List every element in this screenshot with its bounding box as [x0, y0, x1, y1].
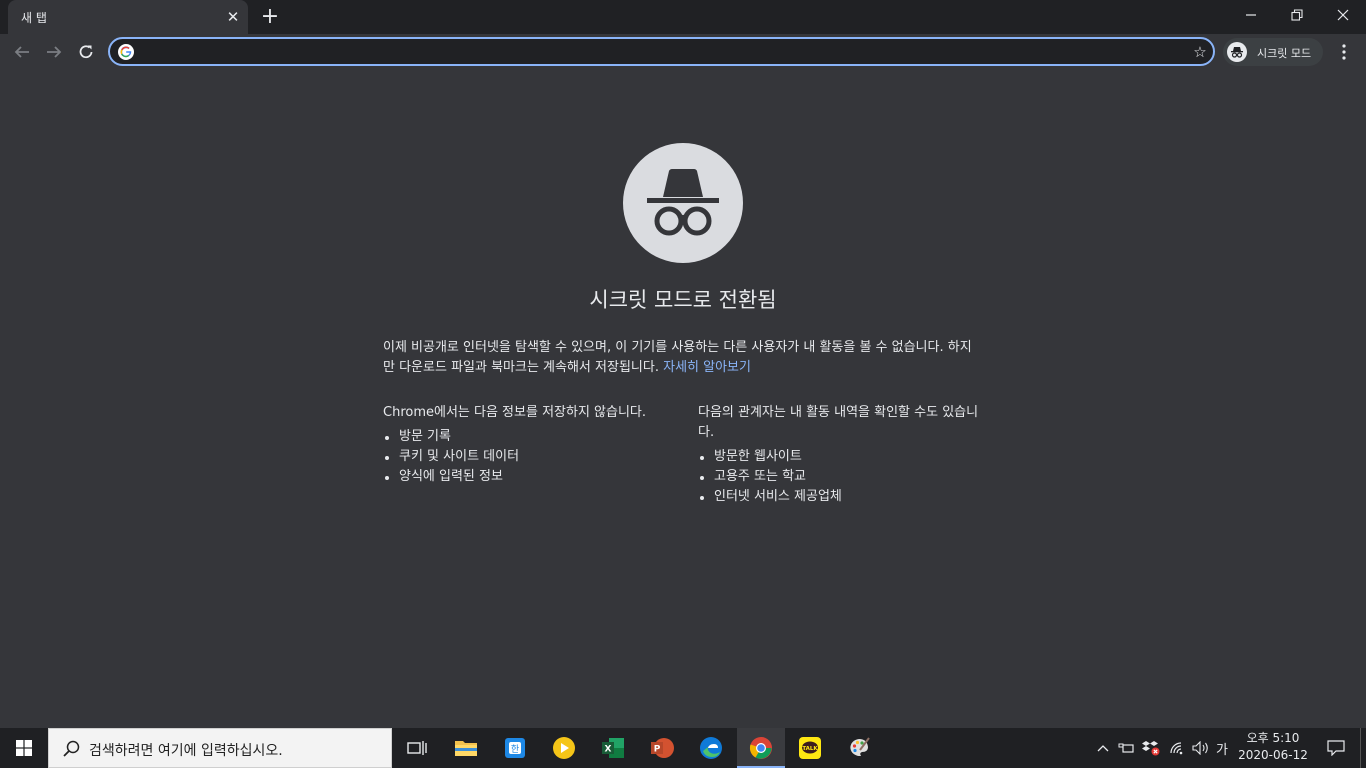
- taskbar: 검색하려면 여기에 입력하십시오. 한 X P TALK 가 오후 5:10 2…: [0, 728, 1366, 768]
- device-battery-icon: [1118, 743, 1134, 753]
- taskbar-app-paint[interactable]: [835, 728, 883, 768]
- omnibox[interactable]: ☆: [108, 37, 1215, 66]
- page-title: 시크릿 모드로 전환됨: [589, 288, 777, 312]
- list-item: 방문한 웹사이트: [698, 447, 988, 467]
- taskbar-app-file-explorer[interactable]: [442, 728, 490, 768]
- tray-dropbox-button[interactable]: [1140, 728, 1162, 768]
- list-item: 쿠키 및 사이트 데이터: [383, 447, 673, 467]
- arrow-left-icon: [14, 46, 29, 58]
- taskbar-app-powerpoint[interactable]: P: [638, 728, 686, 768]
- ime-indicator[interactable]: 가: [1212, 728, 1232, 768]
- restore-icon: [1291, 9, 1303, 21]
- taskbar-app-chrome[interactable]: [737, 728, 785, 768]
- taskbar-app-excel[interactable]: X: [589, 728, 637, 768]
- speaker-icon: [1192, 741, 1208, 755]
- paint-palette-icon: [850, 737, 870, 757]
- may-see-heading: 다음의 관계자는 내 활동 내역을 확인할 수도 있습니다.: [698, 405, 979, 440]
- minimize-icon: [1246, 14, 1256, 16]
- kakaotalk-icon: TALK: [799, 737, 821, 759]
- list-item: 방문 기록: [383, 427, 673, 447]
- close-icon: [1337, 9, 1349, 21]
- task-view-button[interactable]: [393, 728, 441, 768]
- tray-volume-button[interactable]: [1190, 728, 1212, 768]
- arrow-right-icon: [47, 46, 62, 58]
- edge-icon: [700, 737, 722, 759]
- tab-new-tab[interactable]: 새 탭 ✕: [8, 0, 248, 34]
- google-icon: [118, 44, 134, 60]
- folder-icon: [455, 741, 477, 756]
- reload-icon: [79, 45, 93, 59]
- chrome-icon: [749, 737, 772, 759]
- list-item: 고용주 또는 학교: [698, 467, 988, 487]
- incognito-avatar: [1227, 42, 1247, 62]
- not-saved-list: 방문 기록 쿠키 및 사이트 데이터 양식에 입력된 정보: [383, 427, 673, 487]
- taskbar-search-placeholder: 검색하려면 여기에 입력하십시오.: [89, 743, 283, 759]
- app-store-icon: 한: [505, 738, 525, 758]
- reload-button[interactable]: [72, 38, 100, 66]
- forward-button[interactable]: [40, 38, 68, 66]
- incognito-new-tab-page: 시크릿 모드로 전환됨 이제 비공개로 인터넷을 탐색할 수 있으며, 이 기기…: [0, 70, 1366, 728]
- incognito-icon: [1231, 47, 1243, 58]
- taskbar-app-edge[interactable]: [687, 728, 735, 768]
- windows-logo-icon: [16, 740, 32, 756]
- list-item: 양식에 입력된 정보: [383, 467, 673, 487]
- incognito-profile-button[interactable]: 시크릿 모드: [1223, 38, 1323, 66]
- learn-more-link[interactable]: 자세히 알아보기: [663, 360, 751, 375]
- incognito-chip-label: 시크릿 모드: [1257, 47, 1312, 60]
- play-icon: [553, 737, 575, 759]
- excel-icon: X: [602, 738, 624, 758]
- taskbar-app-media-player[interactable]: [540, 728, 588, 768]
- svg-text:P: P: [654, 745, 661, 755]
- address-input[interactable]: [144, 41, 1164, 62]
- minimize-button[interactable]: [1228, 0, 1274, 30]
- task-view-icon: [407, 741, 427, 755]
- notification-icon: [1327, 740, 1345, 756]
- not-saved-heading: Chrome에서는 다음 정보를 저장하지 않습니다.: [383, 405, 647, 420]
- show-hidden-icons-button[interactable]: [1094, 728, 1112, 768]
- search-icon: [63, 740, 80, 757]
- svg-text:X: X: [605, 745, 612, 755]
- tray-network-button[interactable]: [1166, 728, 1188, 768]
- start-button[interactable]: [0, 728, 48, 768]
- more-vert-icon: [1342, 44, 1346, 60]
- chrome-menu-button[interactable]: [1334, 38, 1354, 66]
- tab-strip: 새 탭 ✕ +: [0, 0, 1366, 34]
- clock-time: 오후 5:10: [1246, 731, 1300, 745]
- taskbar-search-box[interactable]: 검색하려면 여기에 입력하십시오.: [48, 728, 392, 768]
- star-icon: ☆: [1193, 43, 1207, 61]
- incognito-icon: [647, 169, 719, 236]
- incognito-hero-icon: [623, 143, 743, 263]
- tab-title: 새 탭: [21, 11, 47, 25]
- svg-text:한: 한: [511, 744, 519, 755]
- may-see-list: 방문한 웹사이트 고용주 또는 학교 인터넷 서비스 제공업체: [698, 447, 988, 507]
- close-window-button[interactable]: [1320, 0, 1366, 30]
- browser-window: 새 탭 ✕ + ☆ 시크릿 모드 시크릿 모드로 전환됨 이제 비공개로 인터넷…: [0, 0, 1366, 768]
- svg-text:TALK: TALK: [802, 746, 818, 752]
- taskbar-app-store[interactable]: 한: [491, 728, 539, 768]
- action-center-button[interactable]: [1318, 728, 1354, 768]
- not-saved-section: Chrome에서는 다음 정보를 저장하지 않습니다. 방문 기록 쿠키 및 사…: [383, 403, 673, 487]
- taskbar-app-kakaotalk[interactable]: TALK: [786, 728, 834, 768]
- chevron-up-icon: [1097, 745, 1109, 752]
- browser-toolbar: ☆ 시크릿 모드: [0, 34, 1366, 70]
- wifi-icon: [1170, 742, 1183, 755]
- powerpoint-icon: P: [651, 738, 674, 758]
- list-item: 인터넷 서비스 제공업체: [698, 487, 988, 507]
- back-button[interactable]: [8, 38, 36, 66]
- tray-device-button[interactable]: [1116, 728, 1136, 768]
- taskbar-clock[interactable]: 오후 5:10 2020-06-12: [1232, 730, 1314, 766]
- may-see-section: 다음의 관계자는 내 활동 내역을 확인할 수도 있습니다. 방문한 웹사이트 …: [698, 403, 988, 507]
- clock-date: 2020-06-12: [1238, 748, 1308, 762]
- new-tab-button[interactable]: +: [258, 4, 282, 30]
- restore-button[interactable]: [1274, 0, 1320, 30]
- show-desktop-button[interactable]: [1360, 728, 1366, 768]
- bookmark-star-button[interactable]: ☆: [1189, 41, 1211, 63]
- tab-close-icon[interactable]: ✕: [224, 7, 242, 27]
- intro-paragraph: 이제 비공개로 인터넷을 탐색할 수 있으며, 이 기기를 사용하는 다른 사용…: [383, 338, 983, 378]
- dropbox-error-icon: [1142, 741, 1160, 756]
